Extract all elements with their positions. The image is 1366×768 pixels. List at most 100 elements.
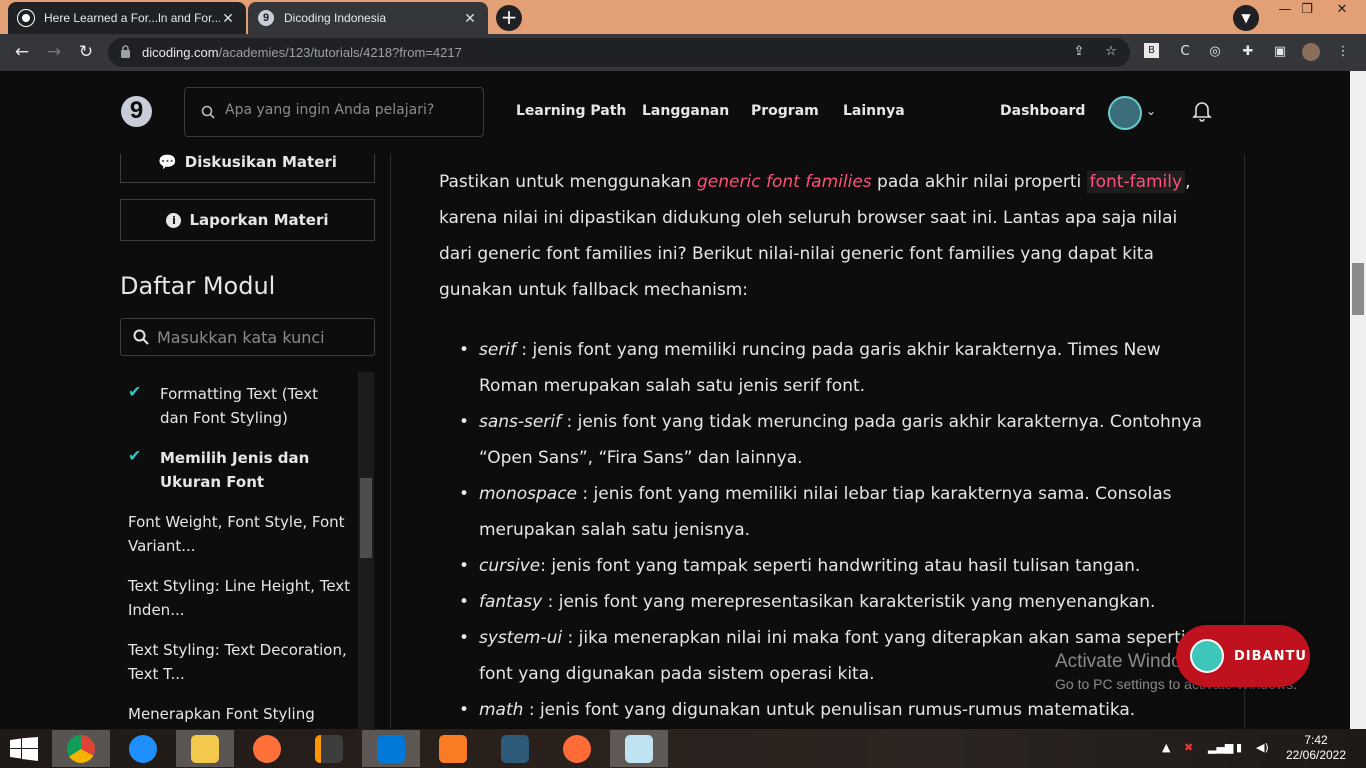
extension-glasses-icon[interactable]: ◎: [1206, 43, 1224, 61]
side-panel-icon[interactable]: ▣: [1271, 43, 1289, 61]
taskbar-vscode[interactable]: [362, 730, 420, 767]
site-search[interactable]: [184, 87, 484, 137]
list-item: fantasy : jenis font yang merepresentasi…: [459, 584, 1209, 620]
tray-chevron-up-icon[interactable]: ▲: [1162, 741, 1170, 754]
windows-start-icon[interactable]: [10, 737, 38, 761]
nav-dashboard[interactable]: Dashboard: [1000, 103, 1085, 119]
back-icon[interactable]: ←: [10, 40, 34, 64]
signal-icon[interactable]: ▂▄▆: [1208, 741, 1233, 754]
help-button-label: DIBANTU: [1234, 648, 1307, 664]
tab-title: Dicoding Indonesia: [284, 11, 387, 25]
tab-favicon-icon: [18, 10, 34, 26]
dicoding-logo[interactable]: 9: [121, 96, 152, 127]
vscode-icon: [377, 734, 405, 763]
chrome-icon: [67, 734, 95, 763]
battery-icon[interactable]: ▮: [1236, 741, 1242, 754]
profile-avatar-icon[interactable]: [1302, 43, 1320, 61]
forward-icon[interactable]: →: [42, 40, 66, 64]
nav-lainnya[interactable]: Lainnya: [843, 103, 905, 119]
module-list-scroll-thumb[interactable]: [360, 478, 372, 558]
report-label: Laporkan Materi: [189, 211, 329, 229]
postman-icon: [563, 734, 591, 763]
check-icon: ✔: [128, 382, 142, 401]
module-search-input[interactable]: [157, 328, 357, 347]
discuss-material-button[interactable]: 💬 Diskusikan Materi: [120, 154, 375, 183]
taskbar-explorer[interactable]: [176, 730, 234, 767]
taskbar-xampp[interactable]: [424, 730, 482, 767]
page-scroll-thumb[interactable]: [1352, 263, 1364, 315]
taskbar-notes[interactable]: [610, 730, 668, 767]
menu-kebab-icon[interactable]: ⋮: [1334, 43, 1352, 61]
chevron-down-icon[interactable]: ⌄: [1146, 104, 1156, 118]
clock-date: 22/06/2022: [1285, 748, 1347, 762]
reload-icon[interactable]: ↻: [74, 40, 98, 64]
list-item: monospace : jenis font yang memiliki nil…: [459, 476, 1209, 548]
volume-icon[interactable]: ◀): [1256, 741, 1269, 754]
site-search-input[interactable]: [225, 102, 465, 118]
chatbot-icon: [1190, 639, 1224, 673]
list-item: serif : jenis font yang memiliki runcing…: [459, 332, 1209, 404]
address-bar[interactable]: dicoding.com/academies/123/tutorials/421…: [108, 38, 1130, 67]
user-avatar[interactable]: [1108, 96, 1142, 130]
network-warning-icon[interactable]: ✖: [1184, 741, 1193, 754]
extension-c-icon[interactable]: C: [1176, 43, 1194, 61]
taskbar-mysql[interactable]: [486, 730, 544, 767]
page-scrollbar[interactable]: [1350, 71, 1366, 729]
nav-learning-path[interactable]: Learning Path: [516, 103, 626, 119]
search-icon: [133, 329, 149, 345]
tab-search-icon[interactable]: ▼: [1233, 5, 1259, 31]
module-item[interactable]: Font Weight, Font Style, Font Variant...: [128, 510, 356, 558]
check-icon: ✔: [128, 446, 142, 465]
ie-icon: [129, 734, 157, 763]
module-item[interactable]: Menerapkan Font Styling: [128, 702, 356, 726]
list-item: cursive: jenis font yang tampak seperti …: [459, 548, 1209, 584]
folder-icon: [191, 734, 219, 763]
list-item: sans-serif : jenis font yang tidak merun…: [459, 404, 1209, 476]
extension-b-icon[interactable]: B: [1144, 43, 1159, 58]
nav-program[interactable]: Program: [751, 103, 819, 119]
report-material-button[interactable]: i Laporkan Materi: [120, 199, 375, 241]
module-item[interactable]: Formatting Text (Text dan Font Styling): [160, 382, 350, 430]
close-tab-icon[interactable]: ✕: [220, 10, 236, 27]
help-button[interactable]: DIBANTU: [1176, 625, 1310, 687]
module-item[interactable]: Text Styling: Text Decoration, Text T...: [128, 638, 356, 686]
close-tab-icon[interactable]: ✕: [462, 10, 478, 27]
close-window-icon[interactable]: ✕: [1318, 0, 1366, 22]
taskbar-chrome[interactable]: [52, 730, 110, 767]
clock-time: 7:42: [1304, 733, 1328, 747]
tab-title: Here Learned a For...ln and For...d: [44, 11, 220, 25]
site-header: 9 Learning Path Langganan Program Lainny…: [0, 71, 1350, 154]
generic-font-families-link[interactable]: generic font families: [697, 172, 872, 192]
windows-taskbar: ▲ ✖ ▂▄▆ ▮ ◀) 7:42 22/06/2022: [0, 729, 1366, 768]
browser-toolbar: ← → ↻ dicoding.com/academies/123/tutoria…: [0, 34, 1366, 71]
url-text: dicoding.com/academies/123/tutorials/421…: [142, 45, 462, 60]
system-clock[interactable]: 7:42 22/06/2022: [1284, 733, 1348, 763]
taskbar-postman[interactable]: [548, 730, 606, 767]
module-sidebar: 💬 Diskusikan Materi i Laporkan Materi Da…: [120, 154, 376, 729]
info-icon: i: [166, 212, 182, 228]
browser-tab-2[interactable]: 9 Dicoding Indonesia ✕: [248, 2, 488, 34]
notes-icon: [625, 734, 653, 763]
bookmark-star-icon[interactable]: ☆: [1102, 43, 1120, 61]
list-item: math : jenis font yang digunakan untuk p…: [459, 692, 1209, 728]
discuss-label: Diskusikan Materi: [184, 154, 337, 171]
notification-bell-icon[interactable]: [1192, 100, 1212, 122]
module-item[interactable]: Text Styling: Line Height, Text Inden...: [128, 574, 356, 622]
nav-langganan[interactable]: Langganan: [642, 103, 729, 119]
extensions-puzzle-icon[interactable]: ✚: [1239, 43, 1257, 61]
taskbar-firefox[interactable]: [238, 730, 296, 767]
lock-icon: [121, 45, 130, 58]
new-tab-button[interactable]: +: [496, 5, 522, 31]
browser-tab-bar: Here Learned a For...ln and For...d ✕ 9 …: [0, 0, 1366, 34]
module-search[interactable]: [120, 318, 375, 356]
intro-paragraph: Pastikan untuk menggunakan generic font …: [439, 171, 1191, 300]
module-item-active[interactable]: Memilih Jenis dan Ukuran Font: [160, 446, 350, 494]
xampp-icon: [439, 734, 467, 763]
firefox-icon: [253, 734, 281, 763]
taskbar-sublime[interactable]: [300, 730, 358, 767]
module-list-title: Daftar Modul: [120, 272, 276, 300]
dicoding-favicon-icon: 9: [258, 10, 274, 26]
taskbar-edge[interactable]: [114, 730, 172, 767]
browser-tab-1[interactable]: Here Learned a For...ln and For...d ✕: [8, 2, 246, 34]
share-icon[interactable]: ⇪: [1070, 43, 1088, 61]
